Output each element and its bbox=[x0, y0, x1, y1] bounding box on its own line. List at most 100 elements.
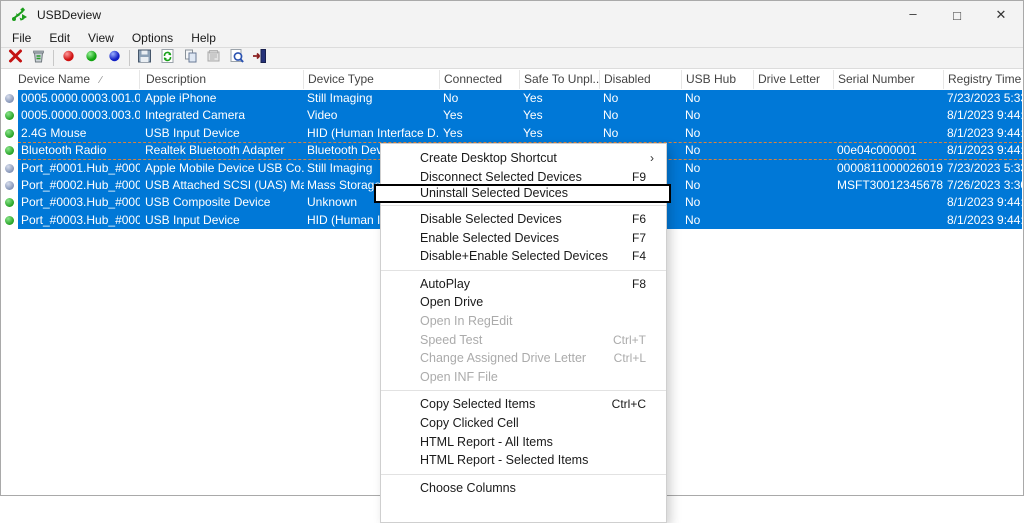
exit-button[interactable] bbox=[248, 48, 271, 68]
cell-serial: 00e04c000001 bbox=[834, 142, 944, 159]
refresh-button[interactable] bbox=[156, 48, 179, 68]
menu-file[interactable]: File bbox=[3, 30, 40, 46]
cell-type: Video bbox=[304, 107, 440, 124]
menu-item-label: Copy Selected Items bbox=[420, 397, 612, 411]
menu-separator bbox=[381, 205, 666, 206]
menu-item-label: Enable Selected Devices bbox=[420, 231, 632, 245]
cell-hub: No bbox=[682, 90, 754, 107]
menu-item-label: Change Assigned Drive Letter bbox=[420, 351, 614, 365]
uninstall-button[interactable] bbox=[4, 48, 27, 68]
cell-connected: No bbox=[440, 90, 520, 107]
context-menu-item-html-report-selected-items[interactable]: HTML Report - Selected Items bbox=[381, 451, 666, 470]
column-header-regtime[interactable]: Registry Time 1 bbox=[944, 70, 1022, 89]
column-header-hub[interactable]: USB Hub bbox=[682, 70, 754, 89]
cell-serial: MSFT30012345678... bbox=[834, 177, 944, 194]
cell-drive bbox=[754, 212, 834, 229]
save-icon bbox=[136, 48, 153, 69]
recycle-bin-button[interactable] bbox=[27, 48, 50, 68]
context-menu-item-choose-columns[interactable]: Choose Columns bbox=[381, 479, 666, 498]
menu-help[interactable]: Help bbox=[182, 30, 225, 46]
menu-item-shortcut: F9 bbox=[632, 170, 646, 184]
menu-item-label: Open Drive bbox=[420, 295, 646, 309]
context-menu-item-copy-selected-items[interactable]: Copy Selected ItemsCtrl+C bbox=[381, 395, 666, 414]
cell-drive bbox=[754, 177, 834, 194]
minimize-button[interactable]: – bbox=[891, 1, 935, 29]
column-label: Disabled bbox=[604, 72, 651, 86]
find-button[interactable] bbox=[225, 48, 248, 68]
column-header-type[interactable]: Device Type bbox=[304, 70, 440, 89]
menu-item-label: Disconnect Selected Devices bbox=[420, 170, 632, 184]
sort-ascending-icon: ∕ bbox=[100, 75, 102, 86]
column-header-serial[interactable]: Serial Number bbox=[834, 70, 944, 89]
cell-name: Port_#0001.Hub_#0001 bbox=[18, 160, 140, 177]
context-menu-item-open-in-regedit: Open In RegEdit bbox=[381, 312, 666, 331]
cell-hub: No bbox=[682, 194, 754, 211]
cell-connected: Yes bbox=[440, 107, 520, 124]
context-menu-item-create-desktop-shortcut[interactable]: Create Desktop Shortcut› bbox=[381, 149, 666, 168]
cell-regtime: 8/1/2023 9:44:06 bbox=[944, 125, 1022, 142]
green-ball-icon bbox=[83, 48, 100, 69]
copy-button[interactable] bbox=[179, 48, 202, 68]
cell-serial bbox=[834, 125, 944, 142]
context-menu: Create Desktop Shortcut› Disconnect Selec… bbox=[380, 143, 667, 523]
context-menu-item-html-report-all-items[interactable]: HTML Report - All Items bbox=[381, 432, 666, 451]
context-menu-item-open-drive[interactable]: Open Drive bbox=[381, 293, 666, 312]
context-menu-item-enable-selected-devices[interactable]: Enable Selected DevicesF7 bbox=[381, 228, 666, 247]
close-button[interactable]: ✕ bbox=[979, 1, 1023, 29]
table-row[interactable]: 0005.0000.0003.001.00...Apple iPhoneStil… bbox=[2, 90, 1022, 107]
menu-item-shortcut: F8 bbox=[632, 277, 646, 291]
title-bar: USBDeview – □ ✕ bbox=[1, 1, 1023, 29]
cell-description: Apple iPhone bbox=[142, 90, 304, 107]
cell-type: Still Imaging bbox=[304, 90, 440, 107]
properties-button[interactable] bbox=[202, 48, 225, 68]
column-header-connected[interactable]: Connected bbox=[440, 70, 520, 89]
menu-item-shortcut: Ctrl+L bbox=[614, 351, 646, 365]
menu-options[interactable]: Options bbox=[123, 30, 182, 46]
column-header-disabled[interactable]: Disabled bbox=[600, 70, 682, 89]
connected-device-icon bbox=[5, 129, 14, 138]
menu-separator bbox=[381, 474, 666, 475]
menu-separator bbox=[381, 390, 666, 391]
column-label: Serial Number bbox=[838, 72, 915, 86]
cell-description: Realtek Bluetooth Adapter bbox=[142, 142, 304, 159]
usbdeview-app-icon bbox=[11, 6, 29, 24]
context-menu-item-copy-clicked-cell[interactable]: Copy Clicked Cell bbox=[381, 414, 666, 433]
cell-drive bbox=[754, 142, 834, 159]
blue-ball-button[interactable] bbox=[103, 48, 126, 68]
red-ball-button[interactable] bbox=[57, 48, 80, 68]
table-row[interactable]: 2.4G MouseUSB Input DeviceHID (Human Int… bbox=[2, 125, 1022, 142]
menu-view[interactable]: View bbox=[79, 30, 123, 46]
save-button[interactable] bbox=[133, 48, 156, 68]
menu-item-label: Create Desktop Shortcut bbox=[420, 151, 650, 165]
cell-hub: No bbox=[682, 160, 754, 177]
recycle-bin-icon bbox=[30, 48, 47, 69]
column-label: Connected bbox=[444, 72, 502, 86]
green-ball-button[interactable] bbox=[80, 48, 103, 68]
cell-name: Port_#0003.Hub_#0002 bbox=[18, 212, 140, 229]
column-header-drive[interactable]: Drive Letter bbox=[754, 70, 834, 89]
context-menu-item-disable-enable-selected-devices[interactable]: Disable+Enable Selected DevicesF4 bbox=[381, 247, 666, 266]
maximize-button[interactable]: □ bbox=[935, 1, 979, 29]
find-icon bbox=[228, 48, 245, 69]
cell-hub: No bbox=[682, 212, 754, 229]
context-menu-item-speed-test: Speed TestCtrl+T bbox=[381, 330, 666, 349]
context-menu-item-open-inf-file: Open INF File bbox=[381, 368, 666, 387]
cell-type: HID (Human Interface D... bbox=[304, 125, 440, 142]
context-menu-item-autoplay[interactable]: AutoPlayF8 bbox=[381, 275, 666, 294]
cell-serial bbox=[834, 212, 944, 229]
menu-item-label: Open INF File bbox=[420, 370, 646, 384]
column-header-description[interactable]: Description bbox=[142, 70, 304, 89]
cell-name: 0005.0000.0003.001.00... bbox=[18, 90, 140, 107]
cell-regtime: 7/26/2023 3:30:53 bbox=[944, 177, 1022, 194]
table-row[interactable]: 0005.0000.0003.003.00...Integrated Camer… bbox=[2, 107, 1022, 124]
context-menu-item-disable-selected-devices[interactable]: Disable Selected DevicesF6 bbox=[381, 210, 666, 229]
context-menu-item-uninstall-selected-devices[interactable]: Uninstall Selected Devices bbox=[374, 184, 671, 203]
column-header-safe[interactable]: Safe To Unpl... bbox=[520, 70, 600, 89]
column-header-name[interactable]: Device Name∕ bbox=[14, 70, 140, 89]
menu-edit[interactable]: Edit bbox=[40, 30, 79, 46]
cell-description: USB Input Device bbox=[142, 125, 304, 142]
cell-description: USB Input Device bbox=[142, 212, 304, 229]
window-title: USBDeview bbox=[37, 8, 101, 22]
cell-description: Apple Mobile Device USB Co... bbox=[142, 160, 304, 177]
cell-name: Bluetooth Radio bbox=[18, 142, 140, 159]
